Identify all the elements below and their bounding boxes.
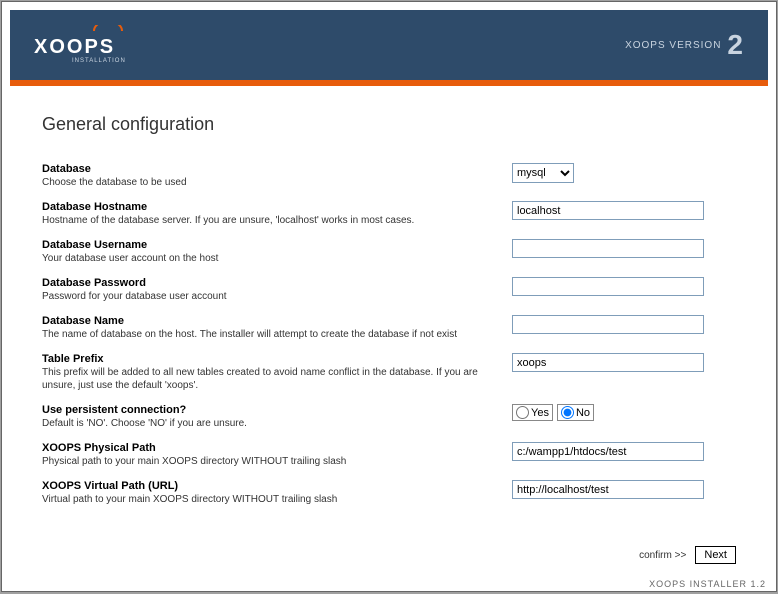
installer-footer-text: XOOPS INSTALLER 1.2 <box>649 579 766 589</box>
prefix-input[interactable] <box>512 353 704 372</box>
password-input[interactable] <box>512 277 704 296</box>
persistent-yes-label: Yes <box>531 407 549 419</box>
next-button[interactable]: Next <box>695 546 736 564</box>
page-title: General configuration <box>42 114 736 135</box>
hostname-input[interactable] <box>512 201 704 220</box>
hostname-desc: Hostname of the database server. If you … <box>42 214 492 227</box>
persistent-label: Use persistent connection? <box>42 404 492 416</box>
dbname-desc: The name of database on the host. The in… <box>42 328 492 341</box>
username-desc: Your database user account on the host <box>42 252 492 265</box>
physical-path-desc: Physical path to your main XOOPS directo… <box>42 455 492 468</box>
prefix-label: Table Prefix <box>42 353 492 365</box>
username-input[interactable] <box>512 239 704 258</box>
svg-text:XOOPS: XOOPS <box>34 36 115 58</box>
password-label: Database Password <box>42 277 492 289</box>
persistent-no-radio[interactable] <box>561 406 574 419</box>
persistent-yes-radio[interactable] <box>516 406 529 419</box>
dbname-input[interactable] <box>512 315 704 334</box>
version-number: 2 <box>727 29 744 61</box>
xoops-logo: XOOPS INSTALLATION <box>34 25 144 65</box>
dbname-label: Database Name <box>42 315 492 327</box>
prefix-desc: This prefix will be added to all new tab… <box>42 366 492 392</box>
database-select[interactable]: mysql <box>512 163 574 183</box>
svg-text:INSTALLATION: INSTALLATION <box>72 58 126 64</box>
hostname-label: Database Hostname <box>42 201 492 213</box>
persistent-desc: Default is 'NO'. Choose 'NO' if you are … <box>42 417 492 430</box>
physical-path-input[interactable] <box>512 442 704 461</box>
username-label: Database Username <box>42 239 492 251</box>
database-label: Database <box>42 163 492 175</box>
virtual-path-desc: Virtual path to your main XOOPS director… <box>42 493 492 506</box>
password-desc: Password for your database user account <box>42 290 492 303</box>
persistent-no-label: No <box>576 407 590 419</box>
header-bar: XOOPS INSTALLATION XOOPS VERSION 2 <box>10 10 768 80</box>
version-label: XOOPS VERSION 2 <box>625 29 744 61</box>
physical-path-label: XOOPS Physical Path <box>42 442 492 454</box>
virtual-path-input[interactable] <box>512 480 704 499</box>
database-desc: Choose the database to be used <box>42 176 492 189</box>
confirm-label: confirm >> <box>639 550 686 561</box>
virtual-path-label: XOOPS Virtual Path (URL) <box>42 480 492 492</box>
